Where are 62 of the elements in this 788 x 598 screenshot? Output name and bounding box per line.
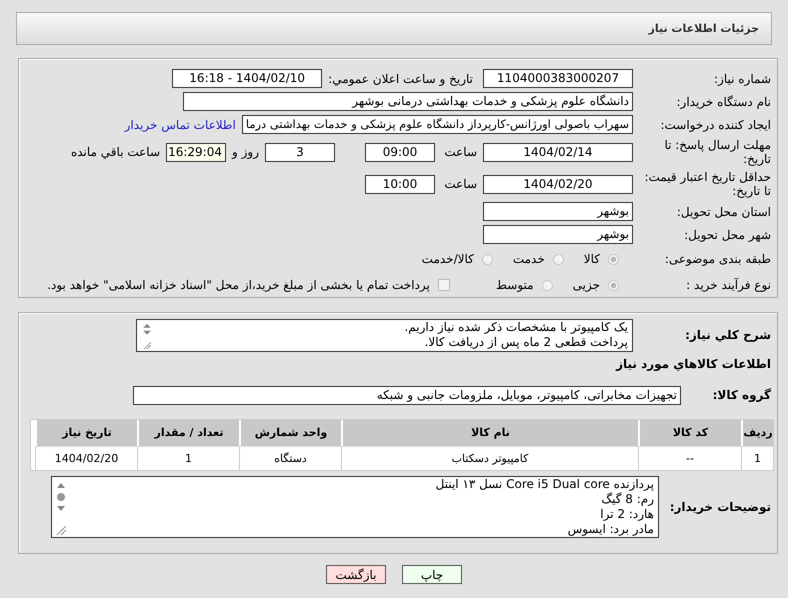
checkbox-label: پرداخت تمام یا بخشی از مبلغ خرید،از محل "اسناد خزانه اسلامی" خواهد بود.: [47, 278, 430, 292]
table-cell: دستگاه: [239, 446, 341, 470]
radio-button[interactable]: [608, 254, 619, 264]
scroll-arrows-icon[interactable]: [141, 322, 153, 350]
column-header: نام کالا: [341, 420, 638, 446]
column-header: تاریخ نیاز: [35, 420, 137, 446]
field-label: شماره نیاز:: [713, 72, 772, 86]
column-header: واحد شمارش: [239, 420, 341, 446]
requester-field[interactable]: سهراب باصولی اورژانس-کارپرداز دانشگاه علوم پزشکی و خدمات بهداشتی درما: [242, 115, 633, 134]
field-label: ایجاد کننده درخواست:: [659, 118, 772, 132]
days-label: روز و: [232, 145, 259, 159]
goods-group-field[interactable]: تجهیزات مخابراتی، کامپیوتر، موبایل، ملزومات جانبی و شبکه: [133, 386, 681, 404]
table-cell: 1404/02/20: [35, 446, 137, 470]
radio-label: کالا/خدمت: [422, 252, 474, 266]
radio-button[interactable]: [608, 280, 619, 290]
column-header: تعداد / مقدار: [137, 420, 239, 446]
time-label: ساعت: [443, 145, 477, 159]
province-field[interactable]: بوشهر: [483, 202, 633, 221]
column-header: کد کالا: [638, 420, 741, 446]
page-title: جزئیات اطلاعات نیاز: [648, 22, 759, 35]
field-label: تاریخ و ساعت اعلان عمومي:: [328, 72, 473, 86]
reply-date-field[interactable]: 1404/02/14: [483, 142, 633, 162]
field-label: مهلت ارسال پاسخ: تا تاریخ:: [663, 138, 772, 166]
checkbox[interactable]: [438, 279, 450, 291]
remaining-label: ساعت باقي مانده: [70, 145, 160, 159]
radio-button[interactable]: [542, 280, 553, 290]
field-label: نوع فرآیند خرید :: [685, 278, 772, 292]
field-label: توضیحات خریدار:: [668, 500, 772, 514]
table-cell: --: [638, 446, 741, 470]
radio-label: متوسط: [496, 278, 534, 292]
table-cell: کامپیوتر دسکتاب: [341, 446, 638, 470]
need-number-field[interactable]: 1104000383000207: [483, 69, 633, 88]
radio-label: جزیی: [572, 278, 600, 292]
section-title: اطلاعات کالاهاي مورد نياز: [614, 357, 772, 373]
validity-date-field[interactable]: 1404/02/20: [483, 174, 633, 194]
validity-time-field[interactable]: 10:00: [365, 174, 435, 194]
column-header: ردیف: [741, 420, 773, 446]
buyer-notes-textarea[interactable]: پردازنده Core i5 Dual core نسل ۱۳ اینتل رم: 8 گیگ هارد: 2 ترا مادر برد: ایسوس: [51, 476, 659, 538]
time-label: ساعت: [443, 177, 477, 191]
radio-label: کالا: [584, 252, 600, 266]
buyer-contact-link[interactable]: اطلاعات تماس خریدار: [124, 118, 236, 132]
radio-button[interactable]: [552, 254, 564, 264]
table-cell: 1: [741, 446, 773, 470]
table-cell: 1: [137, 446, 239, 470]
reply-time-field[interactable]: 09:00: [365, 142, 435, 162]
field-label: حداقل تاریخ اعتبار قیمت: تا تاریخ:: [643, 170, 772, 198]
description-textarea[interactable]: یک کامپیوتر با مشخصات ذکر شده نیاز داریم. پرداخت قطعی 2 ماه پس از دریافت کالا.: [136, 318, 633, 352]
days-field[interactable]: 3: [265, 142, 335, 162]
field-label: استان محل تحویل:: [676, 204, 772, 218]
buyer-org-field[interactable]: دانشگاه علوم پزشکی و خدمات بهداشتی درمانی بوشهر: [183, 92, 633, 111]
announce-date-field[interactable]: 1404/02/10 - 16:18: [172, 69, 322, 88]
radio-button[interactable]: [482, 254, 493, 264]
field-label: گروه کالا:: [712, 388, 772, 402]
field-label: شرح کلي نياز:: [684, 328, 772, 342]
action-button[interactable]: چاپ: [402, 565, 462, 584]
action-button[interactable]: بازگشت: [326, 565, 386, 584]
radio-label: خدمت: [512, 252, 545, 266]
field-label: نام دستگاه خریدار:: [676, 94, 772, 108]
field-label: شهر محل تحویل:: [683, 228, 772, 242]
city-field[interactable]: بوشهر: [483, 225, 633, 244]
field-label: طبقه بندی موضوعی:: [664, 252, 772, 266]
remaining-time-field[interactable]: 16:29:04: [166, 142, 226, 162]
